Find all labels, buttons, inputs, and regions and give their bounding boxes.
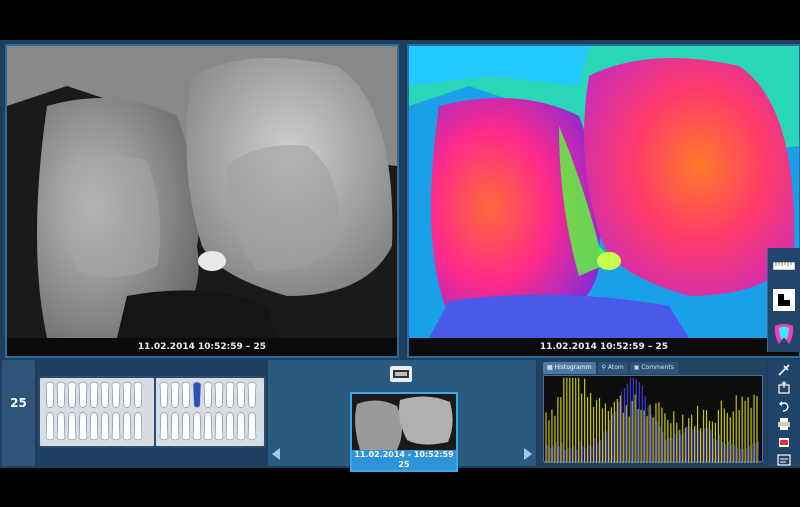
color-tooth-icon[interactable] — [772, 322, 796, 346]
tooth-number-box: 25 — [2, 360, 35, 466]
grayscale-image[interactable] — [7, 46, 397, 338]
thumbnail-preview — [352, 394, 456, 450]
export-icon[interactable] — [777, 380, 791, 394]
view-mode-toolbar — [767, 248, 800, 352]
tools-icon[interactable] — [777, 362, 791, 376]
tab-label: Histogramm — [554, 364, 592, 371]
thumbnail-tooth: 25 — [398, 460, 410, 469]
image-timestamp: 11.02.2014 10:52:59 – 25 — [7, 338, 397, 356]
tab-label: Atom — [607, 364, 624, 371]
thumbnail-date: 11.02.2014 - 10:52:59 — [354, 450, 454, 459]
undo-icon[interactable] — [777, 398, 791, 412]
dental-chart — [38, 360, 266, 466]
print-icon[interactable] — [777, 416, 791, 430]
ruler-icon[interactable] — [772, 254, 796, 278]
histogram-plot — [543, 375, 763, 463]
false-color-viewer[interactable]: 11.02.2014 10:52:59 – 25 — [407, 44, 800, 358]
previous-arrow-icon[interactable] — [272, 448, 280, 460]
image-thumbnail[interactable]: 11.02.2014 - 10:52:59 25 — [350, 392, 458, 472]
right-toolbar — [768, 360, 800, 466]
contrast-icon[interactable] — [772, 288, 796, 312]
image-strip-icon[interactable] — [390, 366, 412, 382]
grayscale-viewer[interactable]: 11.02.2014 10:52:59 – 25 — [5, 44, 399, 358]
app-window: 11.02.2014 10:52:59 – 25 11.02.2014 10:5… — [0, 40, 800, 472]
delete-icon[interactable] — [777, 434, 791, 448]
next-arrow-icon[interactable] — [524, 448, 532, 460]
dental-chart-left-quadrants — [38, 376, 156, 448]
analysis-panel: ▦ Histogramm ⚲ Atom ▣ Comments — [540, 360, 766, 466]
dental-chart-right-quadrants — [154, 376, 266, 448]
tab-atom[interactable]: ⚲ Atom — [597, 362, 628, 374]
tab-histogram[interactable]: ▦ Histogramm — [543, 362, 596, 374]
thumbnail-strip: 11.02.2014 - 10:52:59 25 — [268, 360, 536, 472]
settings-icon[interactable] — [777, 452, 791, 466]
selected-tooth — [192, 381, 202, 408]
histogram-graphic — [545, 377, 759, 463]
tooth-number: 25 — [10, 396, 27, 410]
thumbnail-caption: 11.02.2014 - 10:52:59 25 — [352, 450, 456, 470]
analysis-tabs: ▦ Histogramm ⚲ Atom ▣ Comments — [543, 362, 763, 374]
tab-comments[interactable]: ▣ Comments — [629, 362, 678, 374]
false-color-image[interactable] — [409, 46, 799, 338]
image-timestamp: 11.02.2014 10:52:59 – 25 — [409, 338, 799, 356]
tab-label: Comments — [641, 364, 674, 371]
